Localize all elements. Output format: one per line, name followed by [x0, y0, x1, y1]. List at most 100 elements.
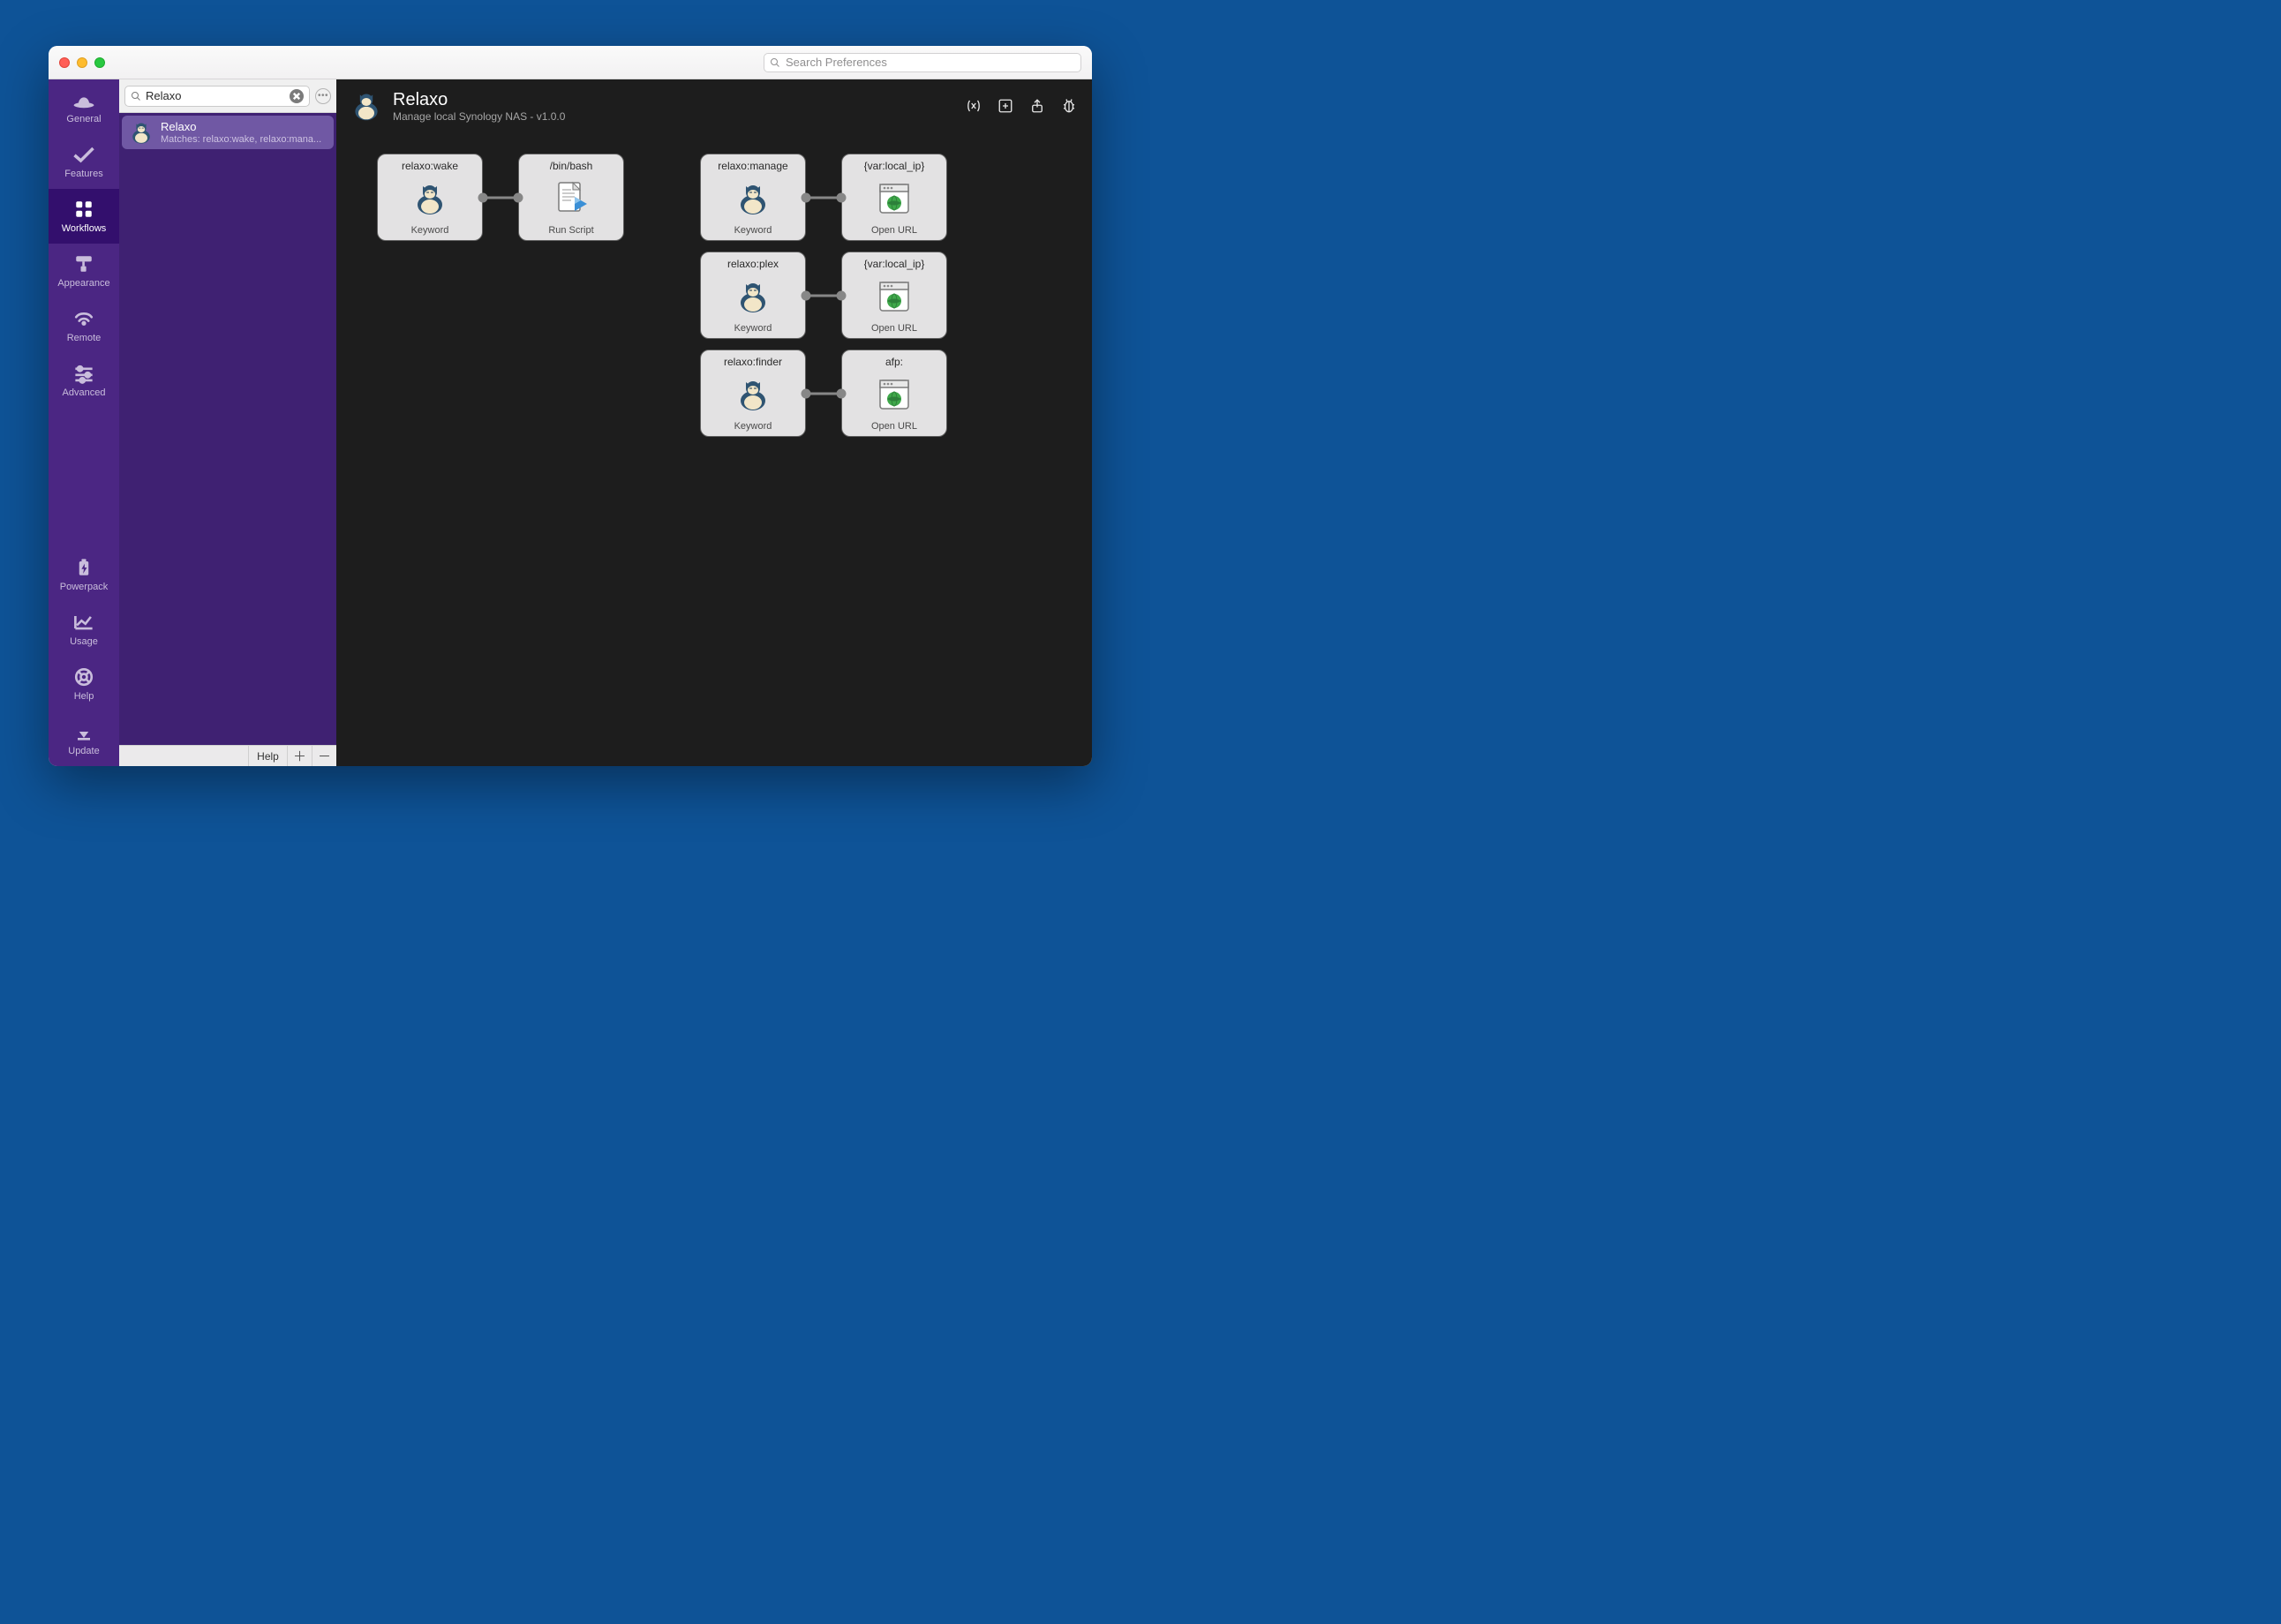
- workflow-subtitle: Manage local Synology NAS - v1.0.0: [393, 110, 565, 123]
- plus-square-icon: [997, 98, 1013, 114]
- sidebar-item-update[interactable]: Update: [49, 711, 119, 766]
- openurl-icon: [875, 277, 914, 316]
- snorlax-icon: [735, 181, 771, 216]
- node-type: Keyword: [734, 225, 772, 236]
- workflow-node[interactable]: relaxo:finder Keyword: [700, 350, 806, 437]
- workflow-title: Relaxo: [393, 90, 565, 110]
- node-title: {var:local_ip}: [864, 258, 925, 270]
- node-type: Keyword: [734, 323, 772, 334]
- workflow-node[interactable]: afp: Open URL: [841, 350, 947, 437]
- node-title: relaxo:plex: [727, 258, 779, 270]
- minimize-window-button[interactable]: [77, 57, 87, 68]
- node-icon: [734, 375, 772, 414]
- preferences-search-placeholder: Search Preferences: [786, 56, 887, 69]
- node-connection: [478, 192, 523, 203]
- node-icon: [410, 179, 449, 218]
- sliders-icon: [72, 363, 96, 384]
- share-icon: [1029, 98, 1045, 114]
- node-icon: [875, 179, 914, 218]
- lifebuoy-icon: [72, 666, 96, 688]
- workflow-node[interactable]: relaxo:plex Keyword: [700, 252, 806, 339]
- sidebar-label: Help: [74, 691, 94, 702]
- sidebar-item-workflows[interactable]: Workflows: [49, 189, 119, 244]
- clear-search-button[interactable]: [290, 89, 304, 103]
- snorlax-icon: [129, 115, 154, 150]
- search-icon: [770, 57, 780, 68]
- node-title: /bin/bash: [550, 160, 593, 172]
- hat-icon: [72, 89, 96, 110]
- zoom-window-button[interactable]: [94, 57, 105, 68]
- workflow-list: Relaxo Matches: relaxo:wake, relaxo:mana…: [119, 113, 336, 745]
- node-title: relaxo:wake: [402, 160, 458, 172]
- workflow-item-subtitle: Matches: relaxo:wake, relaxo:mana...: [161, 134, 327, 145]
- window-body: General Features Workflows Appearance Re…: [49, 79, 1092, 766]
- snorlax-icon: [412, 181, 448, 216]
- node-icon: [734, 179, 772, 218]
- workflow-search-row: Relaxo •••: [119, 79, 336, 113]
- share-button[interactable]: [1028, 97, 1046, 115]
- node-title: afp:: [885, 356, 903, 368]
- add-node-button[interactable]: [997, 97, 1014, 115]
- sidebar-item-powerpack[interactable]: Powerpack: [49, 547, 119, 602]
- workflow-canvas[interactable]: relaxo:wake Keyword/bin/bash Run Script r…: [336, 132, 1092, 766]
- sidebar-item-general[interactable]: General: [49, 79, 119, 134]
- sidebar-item-usage[interactable]: Usage: [49, 602, 119, 657]
- node-connection: [801, 290, 847, 301]
- openurl-icon: [875, 179, 914, 218]
- node-type: Open URL: [871, 421, 917, 432]
- close-window-button[interactable]: [59, 57, 70, 68]
- variable-icon: [966, 98, 982, 114]
- powerpack-icon: [72, 557, 96, 578]
- node-icon: [552, 179, 591, 218]
- workflow-list-column: Relaxo •••: [119, 79, 336, 766]
- workflow-list-footer: Help ＋ －: [119, 745, 336, 766]
- node-icon: [875, 277, 914, 316]
- preferences-search[interactable]: Search Preferences: [764, 53, 1081, 72]
- workflow-header-icon: [350, 90, 382, 122]
- sidebar-label: Usage: [70, 636, 98, 647]
- download-icon: [72, 721, 96, 742]
- workflow-search-value: Relaxo: [146, 89, 285, 102]
- sidebar-label: Appearance: [57, 278, 109, 289]
- remote-icon: [72, 308, 96, 329]
- workflow-node[interactable]: {var:local_ip} Open URL: [841, 252, 947, 339]
- workflow-node[interactable]: {var:local_ip} Open URL: [841, 154, 947, 241]
- node-type: Run Script: [548, 225, 593, 236]
- sidebar-item-appearance[interactable]: Appearance: [49, 244, 119, 298]
- workflow-item-title: Relaxo: [161, 120, 327, 134]
- remove-workflow-button[interactable]: －: [312, 746, 336, 766]
- bug-icon: [1061, 98, 1077, 114]
- workflow-list-item[interactable]: Relaxo Matches: relaxo:wake, relaxo:mana…: [122, 116, 334, 149]
- sidebar-label: Features: [64, 169, 102, 179]
- help-button[interactable]: Help: [248, 746, 287, 766]
- workflow-node[interactable]: relaxo:manage Keyword: [700, 154, 806, 241]
- canvas-header: Relaxo Manage local Synology NAS - v1.0.…: [336, 79, 1092, 132]
- sidebar-item-help[interactable]: Help: [49, 657, 119, 711]
- node-type: Keyword: [411, 225, 449, 236]
- add-workflow-button[interactable]: ＋: [287, 746, 312, 766]
- openurl-icon: [875, 375, 914, 414]
- window-controls: [59, 57, 105, 68]
- sidebar-item-features[interactable]: Features: [49, 134, 119, 189]
- sidebar-label: Advanced: [63, 387, 106, 398]
- debug-button[interactable]: [1060, 97, 1078, 115]
- workflow-search-input[interactable]: Relaxo: [124, 86, 310, 107]
- workflow-node[interactable]: relaxo:wake Keyword: [377, 154, 483, 241]
- node-type: Open URL: [871, 225, 917, 236]
- workflow-filter-button[interactable]: •••: [315, 88, 331, 104]
- snorlax-icon: [350, 88, 382, 124]
- variables-button[interactable]: [965, 97, 982, 115]
- snorlax-icon: [735, 377, 771, 412]
- node-title: {var:local_ip}: [864, 160, 925, 172]
- node-icon: [734, 277, 772, 316]
- runscript-icon: [552, 179, 591, 218]
- sidebar-label: General: [66, 114, 101, 124]
- sidebar-item-advanced[interactable]: Advanced: [49, 353, 119, 408]
- sidebar-item-remote[interactable]: Remote: [49, 298, 119, 353]
- titlebar: Search Preferences: [49, 46, 1092, 79]
- node-type: Open URL: [871, 323, 917, 334]
- sidebar-label: Workflows: [62, 223, 107, 234]
- roller-icon: [72, 253, 96, 274]
- workflow-node[interactable]: /bin/bash Run Script: [518, 154, 624, 241]
- canvas-actions: [965, 97, 1078, 115]
